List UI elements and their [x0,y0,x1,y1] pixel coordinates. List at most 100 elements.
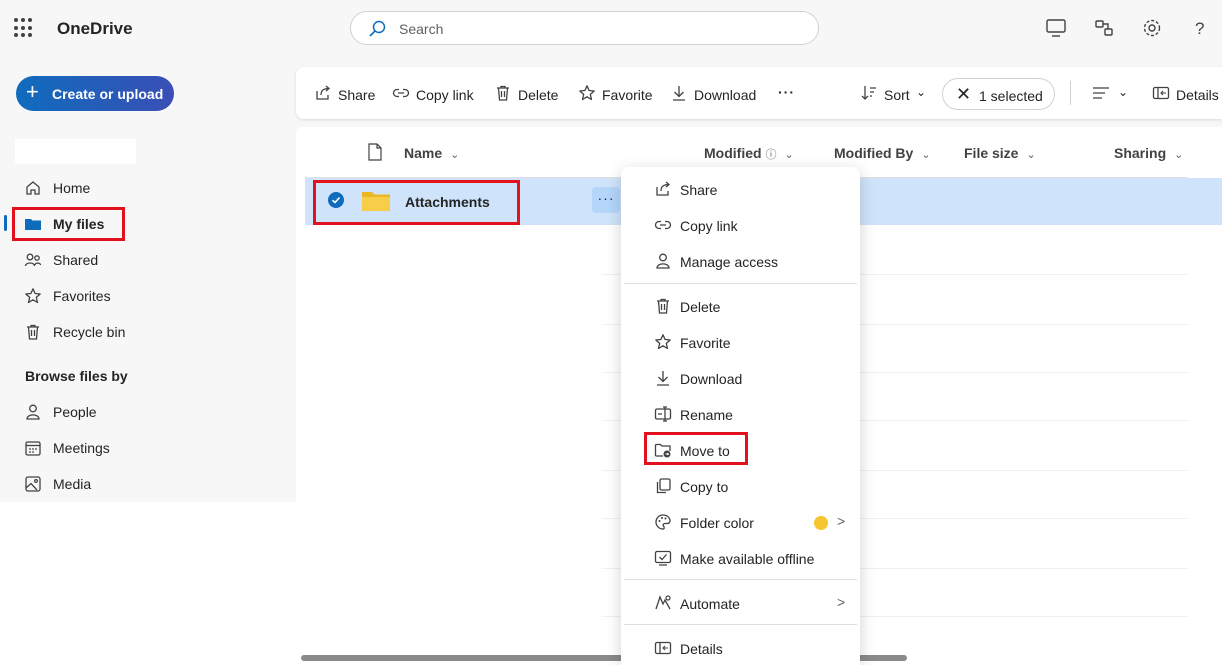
menu-divider [624,624,857,625]
menu-item-favorite[interactable]: Favorite [621,327,860,357]
sort-icon [861,86,876,100]
diagram-icon[interactable] [1092,16,1116,40]
menu-item-label: Automate [680,596,740,612]
sidebar-item-meetings[interactable]: Meetings [24,434,284,462]
column-header-file-size[interactable]: File size ⌄ [964,145,1036,161]
menu-divider [624,283,857,284]
menu-item-delete[interactable]: Delete [621,291,860,321]
profile-placeholder [15,139,136,164]
row-extension [1188,178,1222,225]
menu-item-copy-link[interactable]: Copy link [621,210,860,240]
menu-item-label: Favorite [680,335,731,351]
color-swatch [814,516,828,530]
chevron-down-icon: ⌄ [1174,149,1184,161]
menu-item-label: Copy link [680,218,738,234]
sidebar-item-favorites[interactable]: Favorites [24,282,284,310]
top-bar: OneDrive Search ? [0,0,1222,56]
app-title[interactable]: OneDrive [57,19,133,39]
sidebar-item-label: Home [53,180,91,196]
menu-item-label: Copy to [680,479,729,495]
menu-item-download[interactable]: Download [621,363,860,393]
sidebar-item-label: People [53,404,97,420]
rename-icon [654,406,672,422]
chevron-down-icon: ⌄ [1118,85,1129,99]
sidebar-item-label: Meetings [53,440,110,456]
menu-item-details[interactable]: Details [621,633,860,663]
menu-item-label: Share [680,182,718,198]
search-box[interactable]: Search [350,11,819,45]
help-icon[interactable]: ? [1188,16,1212,40]
chevron-down-icon: ⌄ [921,149,931,161]
download-icon [657,371,669,386]
menu-item-share[interactable]: Share [621,174,860,204]
sidebar-item-people[interactable]: People [24,398,284,426]
home-icon [26,181,40,195]
star-icon [655,334,671,350]
menu-item-make-available-offline[interactable]: Make available offline [621,543,860,573]
chevron-down-icon: ⌄ [450,149,460,161]
sidebar-item-shared[interactable]: Shared [24,246,284,274]
monitor-icon[interactable] [1044,16,1068,40]
create-or-upload-button[interactable]: + Create or upload [16,76,174,111]
sort-label: Sort [884,87,910,103]
menu-item-manage-access[interactable]: Manage access [621,246,860,276]
details-pane-icon [1152,86,1170,100]
calendar-icon [25,441,41,456]
row-more-button[interactable]: ··· [592,187,620,213]
menu-item-copy-to[interactable]: Copy to [621,471,860,501]
active-nav-indicator [4,215,7,231]
menu-item-label: Delete [680,299,721,315]
automate-icon [655,595,671,610]
search-placeholder: Search [399,21,444,37]
details-pane-icon [654,641,672,655]
close-icon[interactable]: ✕ [956,84,971,104]
person-icon [26,404,40,420]
people-icon [24,253,42,267]
copy-icon [656,478,671,494]
more-icon: ··· [778,84,795,100]
list-view-icon [1093,87,1109,99]
column-header-modified[interactable]: Modified ⓘ ⌄ [704,145,794,162]
menu-item-label: Download [680,371,743,387]
link-icon [392,88,410,98]
favorite-label: Favorite [602,87,653,103]
command-bar: Share Copy link Delete Favorite Download… [296,67,1222,119]
file-type-icon[interactable] [367,143,383,161]
sidebar-item-label: Recycle bin [53,324,126,340]
column-header-name[interactable]: Name ⌄ [404,145,459,161]
link-icon [654,220,672,230]
star-icon [25,288,41,304]
sidebar-item-media[interactable]: Media [24,470,284,498]
image-icon [25,476,41,492]
menu-item-rename[interactable]: Rename [621,399,860,429]
palette-icon [655,514,671,530]
highlight-move-to [644,432,748,465]
sidebar-item-recycle-bin[interactable]: Recycle bin [24,318,284,346]
sidebar-item-home[interactable]: Home [24,174,284,202]
chevron-down-icon: ⌄ [784,149,794,161]
menu-item-label: Folder color [680,515,754,531]
column-header-modified-by[interactable]: Modified By ⌄ [834,145,931,161]
app-launcher-icon[interactable] [14,18,34,38]
column-label: Modified [704,145,762,161]
download-label: Download [694,87,757,103]
trash-icon [657,298,669,314]
share-label: Share [338,87,376,103]
gear-icon[interactable] [1140,16,1164,40]
browse-heading: Browse files by [25,368,128,384]
highlight-my-files [12,207,125,241]
svg-text:?: ? [1195,19,1204,38]
menu-item-automate[interactable]: Automate > [621,588,860,618]
details-label: Details [1176,87,1219,103]
chevron-right-icon: > [837,594,846,610]
menu-item-folder-color[interactable]: Folder color > [621,507,860,537]
search-icon [369,20,386,37]
toolbar-divider [1070,81,1071,105]
column-header-sharing[interactable]: Sharing ⌄ [1114,145,1183,161]
selection-pill[interactable]: ✕ 1 selected [942,78,1055,110]
menu-divider [624,579,857,580]
sidebar-item-label: Shared [53,252,99,268]
copy-link-label: Copy link [416,87,474,103]
delete-label: Delete [518,87,559,103]
column-label: Name [404,145,443,161]
